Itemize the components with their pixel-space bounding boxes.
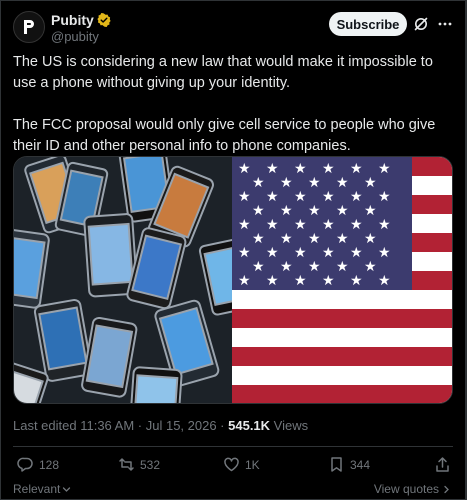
verified-badge-icon [97, 13, 111, 27]
subscribe-button[interactable]: Subscribe [329, 12, 407, 36]
svg-text:★: ★ [238, 189, 251, 205]
divider [13, 446, 453, 447]
views-count: 545.1K [228, 418, 271, 433]
heart-icon [224, 457, 239, 472]
svg-text:★: ★ [336, 231, 349, 247]
svg-text:★: ★ [322, 245, 335, 261]
repost-button[interactable]: 532 [118, 456, 160, 473]
tweet-media[interactable]: ★ ★ ★ ★ ★ ★ ★ ★ ★ ★ ★ ★ ★ ★ ★ ★ ★ ★ ★ ★ ★ ★ ★ ★ ★ ★ ★ ★ ★ ★ ★ ★ ★ ★… [13, 156, 453, 404]
share-icon [436, 457, 449, 472]
view-quotes-label: View quotes [373, 482, 439, 496]
svg-text:★: ★ [350, 273, 363, 289]
svg-text:★: ★ [336, 203, 349, 219]
svg-text:★: ★ [238, 217, 251, 233]
share-button[interactable] [434, 456, 451, 473]
like-button[interactable]: 1K [223, 456, 260, 473]
svg-text:★: ★ [308, 175, 321, 191]
svg-text:★: ★ [294, 161, 307, 177]
svg-text:★: ★ [266, 217, 279, 233]
svg-text:★: ★ [252, 203, 265, 219]
sort-dropdown[interactable]: Relevant [13, 482, 71, 496]
svg-text:★: ★ [336, 175, 349, 191]
svg-text:★: ★ [308, 231, 321, 247]
action-bar: 128 532 1K 344 [13, 456, 451, 476]
bookmark-count: 344 [350, 457, 371, 472]
author-name[interactable]: Pubity [51, 12, 94, 28]
edited-timestamp[interactable]: Last edited 11:36 AM · Jul 15, 2026 · [13, 418, 228, 433]
svg-text:★: ★ [378, 189, 391, 205]
svg-text:★: ★ [280, 259, 293, 275]
svg-text:★: ★ [350, 217, 363, 233]
svg-text:★: ★ [364, 203, 377, 219]
tweet-footer: Relevant View quotes [13, 482, 451, 498]
svg-text:★: ★ [378, 273, 391, 289]
svg-text:★: ★ [280, 231, 293, 247]
tweet-paragraph: The US is considering a new law that wou… [13, 54, 433, 91]
svg-text:★: ★ [294, 189, 307, 205]
svg-text:★: ★ [294, 245, 307, 261]
svg-text:★: ★ [294, 273, 307, 289]
svg-text:★: ★ [364, 175, 377, 191]
phones-illustration [14, 157, 232, 403]
author-handle[interactable]: @pubity [51, 29, 99, 44]
svg-text:★: ★ [322, 273, 335, 289]
svg-text:★: ★ [238, 245, 251, 261]
svg-text:★: ★ [266, 245, 279, 261]
tweet-card: Pubity @pubity Subscribe The US is consi… [0, 0, 467, 500]
svg-text:★: ★ [364, 231, 377, 247]
bookmark-button[interactable]: 344 [328, 456, 370, 473]
views-label: Views [270, 418, 309, 433]
svg-text:★: ★ [322, 217, 335, 233]
sort-label: Relevant [13, 482, 61, 496]
svg-text:★: ★ [266, 161, 279, 177]
svg-text:★: ★ [308, 203, 321, 219]
tweet-header: Pubity @pubity Subscribe [13, 11, 453, 45]
like-count: 1K [245, 457, 260, 472]
svg-text:★: ★ [266, 189, 279, 205]
reply-icon [17, 457, 33, 472]
svg-text:★: ★ [252, 231, 265, 247]
us-flag-image[interactable]: ★ ★ ★ ★ ★ ★ ★ ★ ★ ★ ★ ★ ★ ★ ★ ★ ★ ★ ★ ★ ★ ★ ★ ★ ★ ★ ★ ★ ★ ★ ★ ★ ★ ★… [232, 157, 452, 403]
svg-text:★: ★ [322, 161, 335, 177]
svg-text:★: ★ [350, 161, 363, 177]
repost-count: 532 [140, 457, 161, 472]
svg-text:★: ★ [350, 245, 363, 261]
grok-icon[interactable] [413, 16, 429, 32]
bookmark-icon [331, 457, 342, 472]
tweet-meta: Last edited 11:36 AM · Jul 15, 2026 · 54… [13, 418, 308, 433]
pubity-logo-icon [24, 20, 34, 34]
svg-text:★: ★ [378, 161, 391, 177]
repost-icon [119, 458, 134, 471]
phones-pile-image[interactable] [14, 157, 232, 403]
svg-text:★: ★ [252, 259, 265, 275]
author-name-row: Pubity [51, 12, 111, 28]
view-quotes-link[interactable]: View quotes [374, 482, 451, 496]
svg-text:★: ★ [378, 245, 391, 261]
svg-text:★: ★ [336, 259, 349, 275]
us-flag-illustration: ★ ★ ★ ★ ★ ★ ★ ★ ★ ★ ★ ★ ★ ★ ★ ★ ★ ★ ★ ★ ★ ★ ★ ★ ★ ★ ★ ★ ★ ★ ★ ★ ★ ★… [232, 157, 452, 403]
svg-text:★: ★ [280, 203, 293, 219]
chevron-down-icon [63, 486, 71, 492]
more-options-icon[interactable] [437, 16, 453, 32]
svg-text:★: ★ [238, 273, 251, 289]
reply-button[interactable]: 128 [17, 456, 59, 473]
svg-text:★: ★ [322, 189, 335, 205]
svg-text:★: ★ [294, 217, 307, 233]
tweet-text: The US is considering a new law that wou… [13, 52, 451, 157]
reply-count: 128 [39, 457, 60, 472]
svg-text:★: ★ [252, 175, 265, 191]
svg-text:★: ★ [350, 189, 363, 205]
svg-text:★: ★ [266, 273, 279, 289]
svg-text:★: ★ [378, 217, 391, 233]
tweet-paragraph: The FCC proposal would only give cell se… [13, 117, 436, 154]
svg-text:★: ★ [280, 175, 293, 191]
chevron-right-icon [444, 485, 449, 493]
avatar[interactable] [13, 11, 45, 43]
svg-text:★: ★ [308, 259, 321, 275]
svg-text:★: ★ [364, 259, 377, 275]
svg-text:★: ★ [238, 161, 251, 177]
